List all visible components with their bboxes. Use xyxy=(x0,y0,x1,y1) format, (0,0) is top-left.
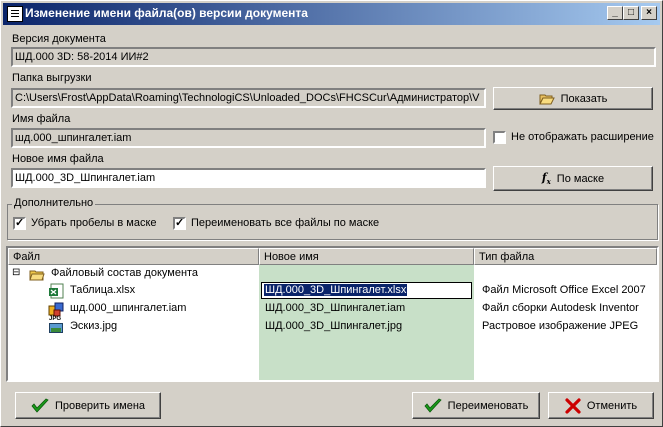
remove-spaces-checkbox[interactable]: ✓ xyxy=(13,217,26,230)
function-icon: fx xyxy=(541,170,551,187)
title-bar[interactable]: Изменение имени файла(ов) версии докумен… xyxy=(3,3,660,25)
check-names-button[interactable]: Проверить имена xyxy=(15,392,161,419)
check-icon xyxy=(31,398,49,413)
cancel-button[interactable]: Отменить xyxy=(548,392,654,419)
minimize-button[interactable]: _ xyxy=(607,6,623,20)
file-type-cell: Файл сборки Autodesk Inventor xyxy=(482,302,639,314)
new-name-editor-text: ШД.000_3D_Шпингалет.xlsx xyxy=(264,284,408,296)
hide-extension-checkbox[interactable] xyxy=(493,131,506,144)
close-button[interactable]: × xyxy=(641,6,657,20)
open-folder-icon xyxy=(538,94,555,104)
by-mask-label: По маске xyxy=(556,172,605,185)
inventor-assembly-icon xyxy=(48,302,64,317)
file-name-cell: шд.000_шпингалет.iam xyxy=(70,302,187,314)
maximize-button[interactable]: □ xyxy=(623,6,639,20)
additional-group-label: Дополнительно xyxy=(12,197,96,209)
file-type-cell: Растровое изображение JPEG xyxy=(482,320,639,332)
export-folder-label: Папка выгрузки xyxy=(12,72,92,84)
show-folder-label: Показать xyxy=(560,92,608,105)
file-name-cell: Таблица.xlsx xyxy=(70,284,136,296)
check-names-label: Проверить имена xyxy=(54,399,146,412)
column-header-new-name[interactable]: Новое имя xyxy=(259,248,474,265)
tree-root-label[interactable]: Файловый состав документа xyxy=(51,267,198,279)
folder-icon xyxy=(29,270,45,281)
check-icon xyxy=(424,398,442,413)
cancel-label: Отменить xyxy=(586,399,638,412)
doc-version-field: ШД.000 3D: 58-2014 ИИ#2 xyxy=(11,47,656,67)
remove-spaces-label: Убрать пробелы в маске xyxy=(31,217,157,229)
column-header-file[interactable]: Файл xyxy=(8,248,259,265)
hide-extension-label: Не отображать расширение xyxy=(511,131,654,143)
new-name-cell[interactable]: ШД.000_3D_Шпингалет.iam xyxy=(265,302,405,314)
rename-all-label: Переименовать все файлы по маске xyxy=(191,217,380,229)
file-name-field: шд.000_шпингалет.iam xyxy=(11,128,486,148)
rename-all-checkbox[interactable]: ✓ xyxy=(173,217,186,230)
window-title: Изменение имени файла(ов) версии докумен… xyxy=(25,6,308,20)
jpeg-icon-text: JPG xyxy=(49,316,62,322)
file-name-cell: Эскиз.jpg xyxy=(70,320,118,332)
by-mask-button[interactable]: fx По маске xyxy=(493,166,653,191)
show-folder-button[interactable]: Показать xyxy=(493,87,653,110)
file-type-cell: Файл Microsoft Office Excel 2007 xyxy=(482,284,646,296)
new-file-name-label: Новое имя файла xyxy=(12,153,104,165)
files-grid[interactable]: Файл Новое имя Тип файла ⊟ Файловый сост… xyxy=(6,246,659,382)
rename-button[interactable]: Переименовать xyxy=(412,392,540,419)
rename-label: Переименовать xyxy=(447,399,529,412)
new-file-name-input[interactable]: ШД.000_3D_Шпингалет.iam xyxy=(11,168,486,188)
export-folder-field: C:\Users\Frost\AppData\Roaming\Technolog… xyxy=(11,88,486,108)
new-name-editor[interactable]: ШД.000_3D_Шпингалет.xlsx xyxy=(261,282,472,299)
new-name-cell[interactable]: ШД.000_3D_Шпингалет.jpg xyxy=(265,320,402,332)
cancel-x-icon xyxy=(565,397,581,414)
column-header-file-type[interactable]: Тип файла xyxy=(474,248,657,265)
tree-expander[interactable]: ⊟ xyxy=(12,267,20,278)
rename-dialog: Изменение имени файла(ов) версии докумен… xyxy=(0,0,663,427)
document-icon xyxy=(7,6,23,22)
file-name-label: Имя файла xyxy=(12,113,71,125)
doc-version-label: Версия документа xyxy=(12,33,106,45)
jpeg-icon: JPG xyxy=(48,316,64,334)
excel-icon xyxy=(49,283,64,299)
